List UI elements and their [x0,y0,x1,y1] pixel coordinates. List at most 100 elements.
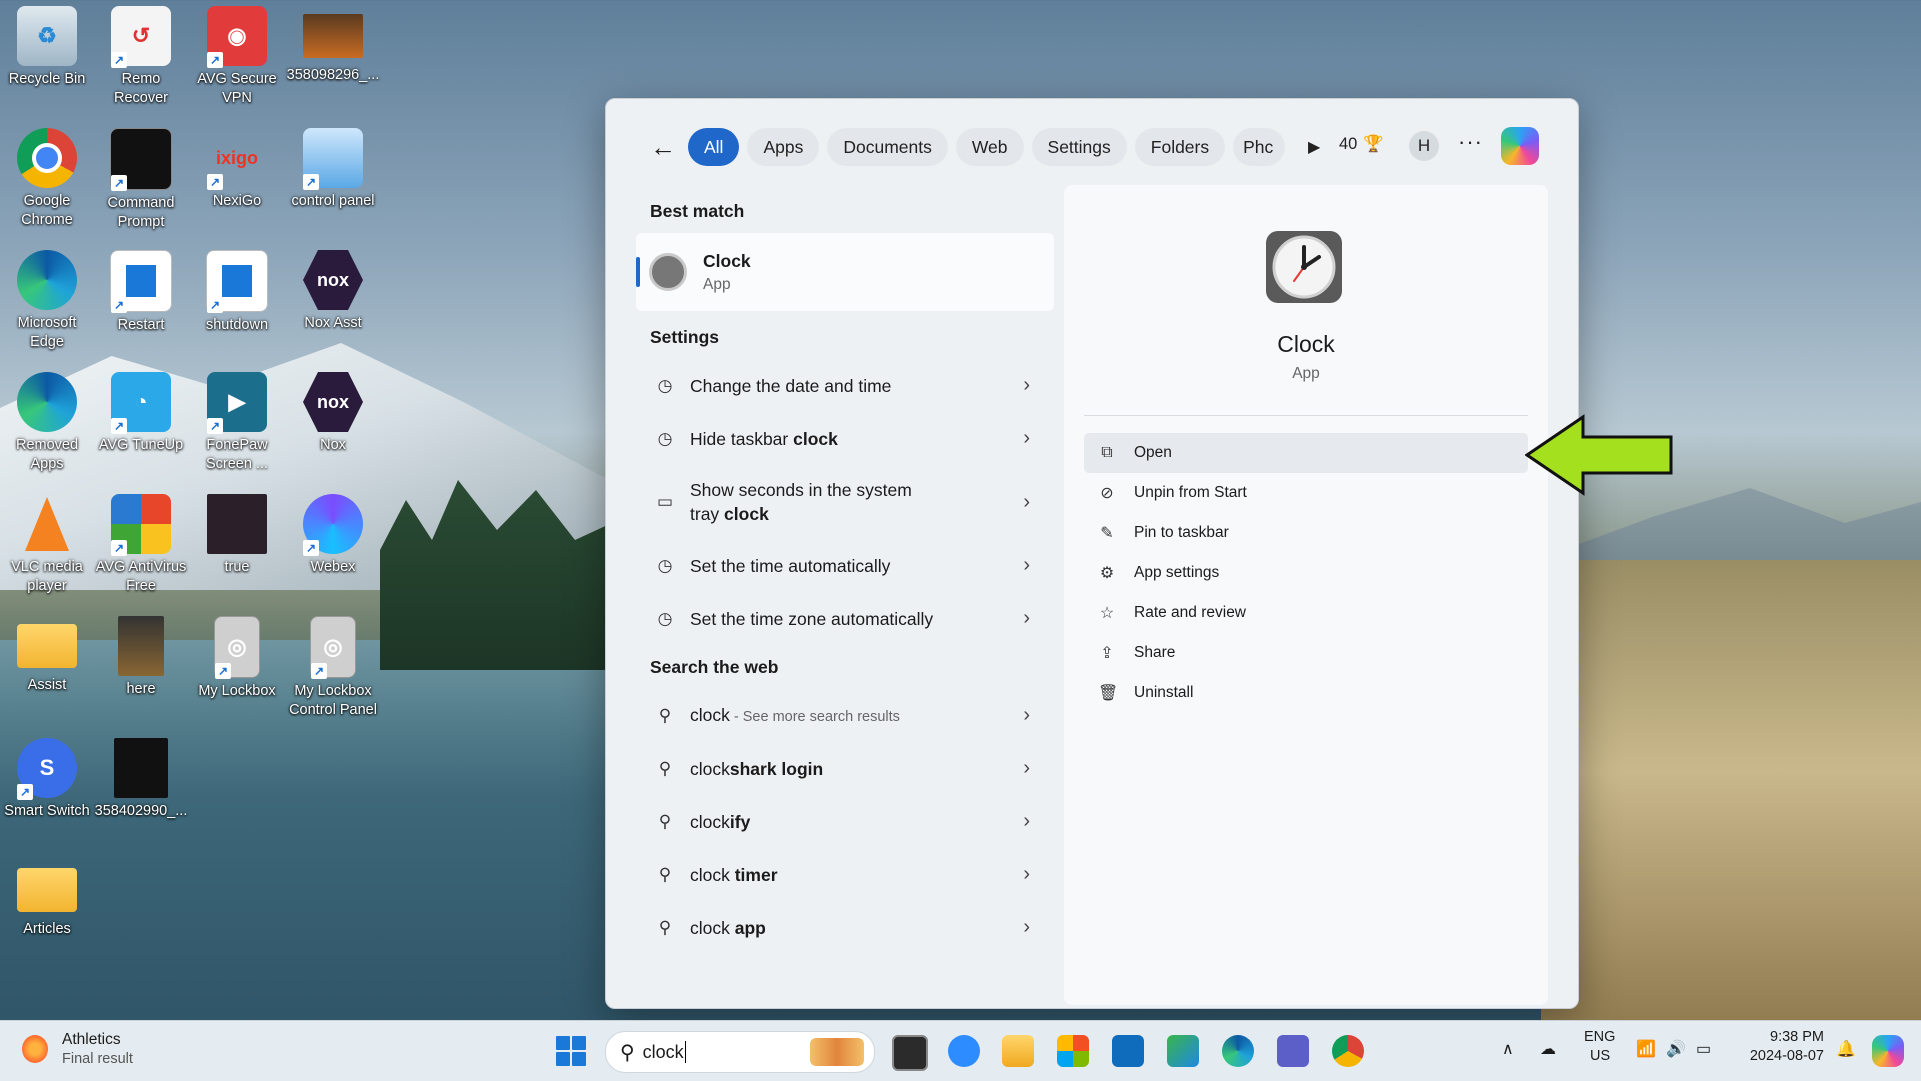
tab-all[interactable]: All [688,128,740,166]
copilot-tray-icon[interactable] [1872,1035,1904,1067]
detail-title: Clock [1277,331,1335,357]
web-result[interactable]: ⚲ clock - See more search results › [636,689,1054,742]
desktop-icon-here[interactable]: here [94,616,188,699]
desktop-icon-restart[interactable]: ↗ Restart [94,250,188,335]
best-match-item[interactable]: Clock App [636,233,1054,311]
chevron-right-icon: › [1023,810,1030,832]
action-label: Rate and review [1134,604,1247,621]
settings-result[interactable]: ◷ Hide taskbar clock › [636,412,1054,465]
desktop-icon-image-2[interactable]: 358402990_... [94,738,188,821]
desktop-icon-command-prompt[interactable]: ↗ Command Prompt [94,128,188,232]
avatar[interactable]: H [1409,131,1439,161]
action-label: App settings [1134,564,1220,581]
share-button[interactable]: ⇪ Share [1084,633,1528,673]
volume-icon[interactable]: 🔊 [1666,1039,1686,1059]
settings-result[interactable]: ◷ Set the time automatically › [636,539,1054,592]
chrome-icon[interactable] [1332,1035,1364,1067]
edge-icon[interactable] [1222,1035,1254,1067]
search-highlight-illustration [810,1038,864,1066]
tab-settings[interactable]: Settings [1031,128,1127,166]
app-settings-button[interactable]: ⚙ App settings [1084,553,1528,593]
copilot-icon[interactable] [1501,127,1539,165]
result-text: Set the time zone automatically [690,608,934,629]
widget-title: Athletics [62,1031,121,1048]
notification-bell-icon[interactable]: 🔔 [1836,1039,1856,1059]
desktop-icon-nox-asst[interactable]: nox Nox Asst [286,250,380,333]
settings-result[interactable]: ◷ Change the date and time › [636,359,1054,412]
desktop-icon-my-lockbox[interactable]: ◎ ↗ My Lockbox [190,616,284,701]
desktop-icon-vlc[interactable]: VLC media player [0,494,94,596]
tab-folders[interactable]: Folders [1134,128,1226,166]
result-text: clock [690,811,730,832]
battery-icon[interactable]: ▭ [1696,1039,1711,1059]
widgets-button[interactable]: Athletics Final result [22,1031,133,1067]
teams-icon[interactable] [1277,1035,1309,1067]
desktop-icon-fonepaw[interactable]: ▶ ↗ FonePaw Screen ... [190,372,284,474]
tab-documents[interactable]: Documents [827,128,948,166]
wifi-icon[interactable]: 📶 [1636,1039,1656,1059]
settings-result[interactable]: ▭ Show seconds in the system tray clock … [636,465,1054,539]
desktop-icon-assist[interactable]: Assist [0,616,94,695]
lockbox-icon: ◎ ↗ [310,616,356,679]
desktop-icon-control-panel[interactable]: ↗ control panel [286,128,380,211]
desktop-icon-avg-tuneup[interactable]: ◔ ↗ AVG TuneUp [94,372,188,455]
calendar-app-icon[interactable] [1112,1035,1144,1067]
desktop-icon-image-1[interactable]: 358098296_... [286,6,380,85]
chevron-up-icon[interactable]: ∧ [1502,1039,1514,1059]
shortcut-arrow-icon: ↗ [303,174,319,190]
desktop-icon-lockbox-cp[interactable]: ◎ ↗ My Lockbox Control Panel [286,616,380,720]
open-button[interactable]: ⧉ Open [1084,433,1528,473]
desktop-icon-chrome[interactable]: Google Chrome [0,128,94,230]
desktop-icon-removed-apps[interactable]: Removed Apps [0,372,94,474]
desktop-icon-recycle-bin[interactable]: ♻ Recycle Bin [0,6,94,89]
desktop-icon-true[interactable]: true [190,494,284,577]
gear-icon: ⚙ [1099,565,1115,582]
result-text-match: timer [734,864,778,885]
start-button[interactable] [556,1036,586,1066]
desktop-icon-remo-recover[interactable]: ↺ ↗ Remo Recover [94,6,188,108]
zoom-icon[interactable] [948,1035,980,1067]
settings-result[interactable]: ◷ Set the time zone automatically › [636,592,1054,645]
remo-recover-icon: ↺ ↗ [111,6,171,68]
task-view-icon[interactable] [892,1035,928,1071]
web-result[interactable]: ⚲ clock app › [636,901,1054,954]
play-more-tabs-icon[interactable]: ▶ [1297,137,1331,157]
uninstall-button[interactable]: 🗑 Uninstall [1084,673,1528,713]
desktop-icon-webex[interactable]: ↗ Webex [286,494,380,577]
unpin-from-start-button[interactable]: ⊘ Unpin from Start [1084,473,1528,513]
rewards-points[interactable]: 40 🏆 [1339,135,1384,154]
clock-area[interactable]: 9:38 PM 2024-08-07 [1738,1029,1824,1064]
region-code: US [1590,1048,1611,1064]
desktop-icon-edge[interactable]: Microsoft Edge [0,250,94,352]
web-result[interactable]: ⚲ clockify › [636,795,1054,848]
taskbar-search-box[interactable]: ⚲ clock [605,1031,875,1073]
language-indicator[interactable]: ENG US [1584,1029,1615,1064]
desktop-icon-articles[interactable]: Articles [0,860,94,939]
best-match-heading: Best match [650,200,745,221]
desktop-icon-shutdown[interactable]: ↗ shutdown [190,250,284,335]
file-explorer-icon[interactable] [1002,1035,1034,1067]
tab-apps[interactable]: Apps [747,128,820,166]
copilot-app-icon[interactable] [1167,1035,1199,1067]
tab-web[interactable]: Web [955,128,1024,166]
settings-clock-icon: ◷ [657,555,673,575]
search-icon: ⚲ [658,811,672,831]
desktop-icon-nexigo[interactable]: ixigo ↗ NexiGo [190,128,284,211]
more-options-icon[interactable]: ··· [1458,129,1483,155]
web-result[interactable]: ⚲ clock timer › [636,848,1054,901]
control-panel-icon: ↗ [303,128,363,190]
onedrive-icon[interactable]: ☁ [1540,1039,1556,1059]
restart-shortcut-icon: ↗ [110,250,172,313]
desktop-icon-smart-switch[interactable]: S ↗ Smart Switch [0,738,94,821]
search-input[interactable]: clock [643,1042,684,1063]
pin-to-taskbar-button[interactable]: ✎ Pin to taskbar [1084,513,1528,553]
desktop-icon-avg-vpn[interactable]: ◉ ↗ AVG Secure VPN [190,6,284,108]
clock-time: 9:38 PM [1770,1029,1824,1045]
web-result[interactable]: ⚲ clockshark login › [636,742,1054,795]
desktop-icon-nox[interactable]: nox Nox [286,372,380,455]
back-arrow-icon[interactable]: ← [646,130,680,164]
rate-and-review-button[interactable]: ☆ Rate and review [1084,593,1528,633]
microsoft-store-icon[interactable] [1057,1035,1089,1067]
desktop-icon-avg-antivirus[interactable]: ↗ AVG AntiVirus Free [94,494,188,596]
tab-photos[interactable]: Phc [1233,128,1286,166]
